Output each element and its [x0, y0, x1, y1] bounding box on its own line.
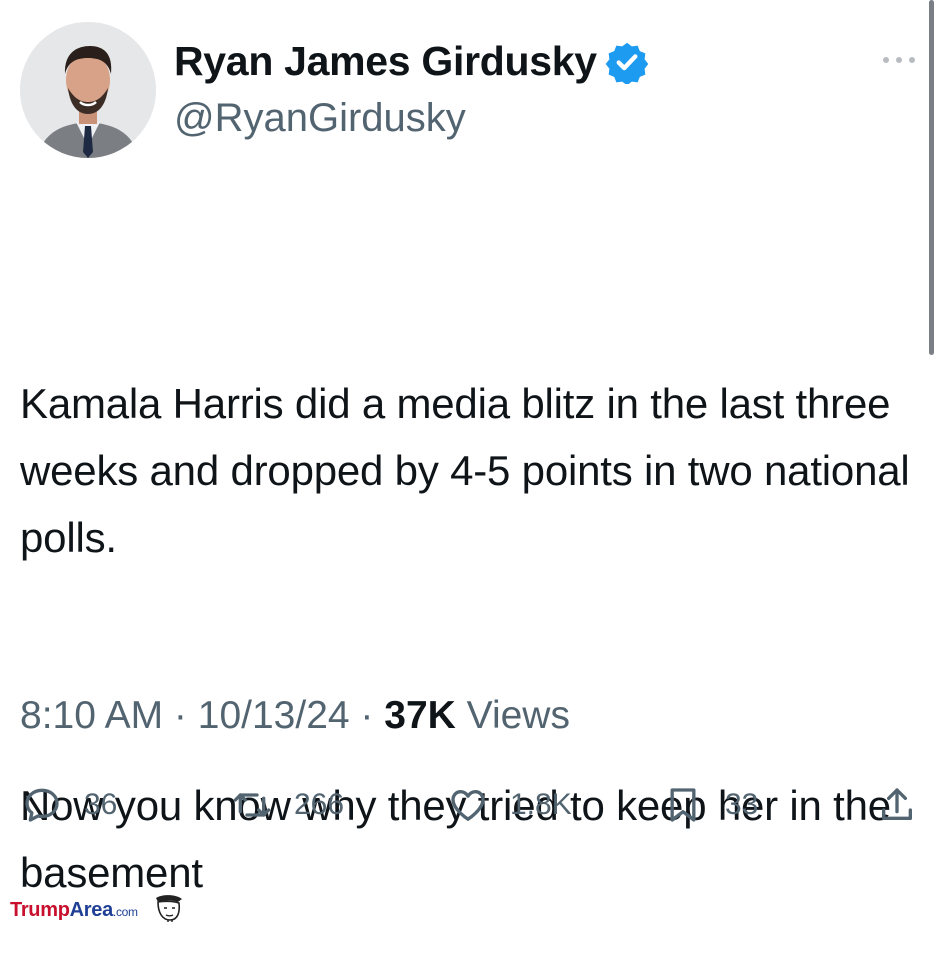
heart-icon	[451, 790, 485, 821]
reply-button[interactable]: 36	[22, 778, 117, 832]
author-display-name[interactable]: Ryan James Girdusky	[174, 38, 597, 85]
tweet-time[interactable]: 8:10 AM	[20, 694, 163, 737]
watermark: TrumpArea.com	[10, 894, 188, 922]
views-count: 37K	[384, 694, 456, 737]
meta-separator: ·	[349, 694, 385, 737]
tweet-actions-bar: 36 266 1.8K 33	[0, 778, 940, 832]
watermark-mascot-icon	[155, 895, 182, 922]
tweet-metadata: 8:10 AM · 10/13/24 · 37K Views	[20, 694, 570, 738]
watermark-logo: TrumpArea.com	[10, 899, 138, 921]
bookmark-icon	[670, 788, 696, 822]
scrollbar[interactable]	[929, 0, 934, 355]
more-options-icon[interactable]	[878, 50, 920, 70]
author-name-row: Ryan James Girdusky	[174, 38, 649, 85]
author-avatar[interactable]	[20, 22, 156, 158]
retweet-icon	[233, 793, 271, 817]
retweet-button[interactable]: 266	[232, 778, 344, 832]
avatar-portrait	[20, 22, 156, 158]
tweet-paragraph: Kamala Harris did a media blitz in the l…	[20, 380, 922, 561]
bookmark-button[interactable]: 33	[663, 778, 758, 832]
reply-count: 36	[84, 788, 118, 821]
views-label: Views	[455, 694, 570, 737]
tweet-text: Kamala Harris did a media blitz in the l…	[20, 236, 925, 973]
share-icon	[882, 788, 912, 820]
author-handle[interactable]: @RyanGirdusky	[174, 96, 466, 141]
like-button[interactable]: 1.8K	[448, 778, 572, 832]
bookmark-count: 33	[725, 788, 759, 821]
share-button[interactable]	[877, 778, 917, 832]
verified-badge-icon	[605, 42, 649, 84]
retweet-count: 266	[294, 788, 345, 821]
reply-icon	[25, 788, 59, 822]
like-count: 1.8K	[510, 788, 572, 821]
meta-separator: ·	[163, 694, 198, 737]
tweet-date[interactable]: 10/13/24	[198, 694, 350, 737]
